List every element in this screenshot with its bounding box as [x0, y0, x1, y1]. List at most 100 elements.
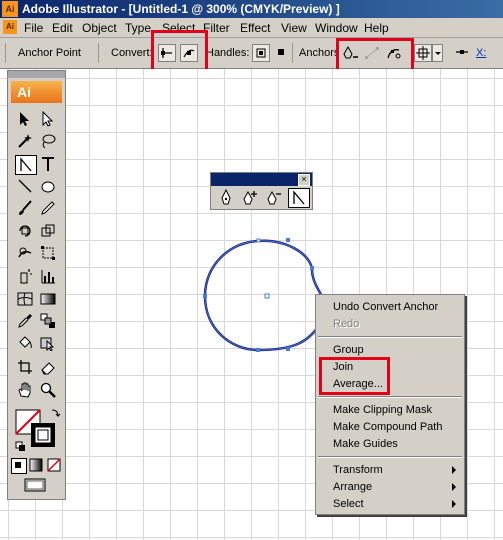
pen-tools-palette: ×	[210, 172, 313, 210]
gradient-mode-button[interactable]	[29, 458, 43, 472]
anchor-point[interactable]	[256, 348, 260, 352]
menu-item-make-compound-path[interactable]: Make Compound Path	[333, 421, 442, 433]
line-icon	[18, 179, 32, 193]
symbol-sprayer-tool[interactable]	[15, 267, 37, 287]
magic-wand-tool[interactable]	[15, 132, 37, 152]
default-colors-icon-back	[19, 445, 25, 451]
control-panel: Anchor Point Convert: Handles: Anchors X…	[0, 38, 503, 69]
panel-grip[interactable]	[8, 71, 65, 78]
convert-label: Convert:	[111, 47, 153, 59]
live-paint-bucket-tool[interactable]	[15, 334, 37, 354]
mesh-tool[interactable]	[15, 290, 37, 310]
zoom-tool[interactable]	[38, 381, 60, 401]
anchor-point[interactable]	[203, 294, 207, 298]
menu-type[interactable]: Type	[125, 21, 151, 35]
submenu-arrow-icon	[452, 483, 456, 491]
menu-effect[interactable]: Effect	[240, 21, 270, 35]
menu-item-transform[interactable]: Transform	[333, 464, 383, 476]
ellipse-icon	[41, 181, 55, 193]
pencil-tool[interactable]	[38, 199, 60, 219]
hide-handles-button[interactable]	[273, 44, 291, 62]
free-transform-tool[interactable]	[38, 244, 60, 264]
convert-anchor-tool-option[interactable]	[288, 188, 310, 208]
add-anchor-tool-option[interactable]	[239, 188, 261, 208]
menu-item-make-guides[interactable]: Make Guides	[333, 438, 398, 450]
blend-tool[interactable]	[38, 312, 60, 332]
menu-item-make-clipping-mask[interactable]: Make Clipping Mask	[333, 404, 432, 416]
center-point[interactable]	[264, 293, 270, 299]
x-coordinate-label[interactable]: X:	[476, 47, 486, 59]
align-dropdown-button[interactable]	[432, 44, 443, 62]
menu-item-arrange[interactable]: Arrange	[333, 481, 372, 493]
handles-icon	[256, 48, 266, 58]
menu-window[interactable]: Window	[315, 21, 358, 35]
none-mode-button[interactable]	[47, 458, 61, 472]
menu-object[interactable]: Object	[82, 21, 117, 35]
type-t-icon	[42, 157, 54, 171]
color-mode-button[interactable]	[11, 458, 27, 474]
menu-separator	[318, 456, 462, 458]
reference-point-icon	[456, 50, 468, 54]
selection-tool[interactable]	[15, 110, 37, 130]
anchor-point[interactable]	[286, 347, 290, 351]
palette-title-bar[interactable]	[211, 173, 312, 186]
menu-item-undo-convert-anchor[interactable]: Undo Convert Anchor	[333, 301, 438, 313]
anchors-label: Anchors	[299, 47, 340, 59]
pen-icon	[221, 189, 231, 205]
type-tool[interactable]	[38, 155, 60, 175]
magnifier-icon	[40, 382, 56, 398]
live-paint-selection-tool[interactable]	[38, 334, 60, 354]
lasso-icon	[42, 134, 56, 149]
free-transform-icon	[41, 246, 55, 260]
swap-colors-icon[interactable]	[51, 409, 61, 418]
show-handles-button[interactable]	[252, 44, 270, 62]
eraser-tool[interactable]	[38, 358, 60, 378]
reference-point-button[interactable]	[454, 44, 472, 62]
hand-tool[interactable]	[15, 381, 37, 401]
anchor-point[interactable]	[286, 238, 290, 242]
direct-selection-tool[interactable]	[38, 110, 60, 130]
document-icon[interactable]: Ai	[3, 20, 17, 34]
pen-tool-option[interactable]	[215, 188, 237, 208]
screen-mode-button[interactable]	[24, 478, 48, 493]
menu-bar: Ai File Edit Object Type Select Filter E…	[0, 18, 503, 38]
menu-view[interactable]: View	[281, 21, 307, 35]
menu-file[interactable]: File	[24, 21, 43, 35]
menu-help[interactable]: Help	[364, 21, 389, 35]
eraser-icon	[41, 362, 55, 375]
delete-anchor-tool-option[interactable]	[263, 188, 285, 208]
anchor-point[interactable]	[256, 238, 261, 243]
eyedropper-tool[interactable]	[15, 312, 37, 332]
magic-wand-icon	[18, 134, 32, 148]
menu-item-select[interactable]: Select	[333, 498, 364, 510]
gradient-tool[interactable]	[38, 290, 60, 310]
slice-tool[interactable]	[15, 358, 37, 378]
pen-tool[interactable]	[15, 155, 37, 175]
app-icon: Ai	[2, 1, 18, 17]
close-icon[interactable]: ×	[298, 174, 310, 186]
convert-anchor-icon	[20, 157, 32, 172]
symbol-sprayer-icon	[20, 269, 32, 284]
lasso-tool[interactable]	[38, 132, 60, 152]
menu-separator	[318, 336, 462, 338]
warp-tool[interactable]	[15, 244, 37, 264]
ellipse-tool[interactable]	[38, 177, 60, 197]
anchor-point[interactable]	[310, 266, 314, 270]
menu-item-group[interactable]: Group	[333, 344, 364, 356]
paintbrush-tool[interactable]	[15, 199, 37, 219]
column-graph-tool[interactable]	[38, 267, 60, 287]
menu-edit[interactable]: Edit	[52, 21, 73, 35]
line-tool[interactable]	[15, 177, 37, 197]
rotate-tool[interactable]	[15, 222, 37, 242]
hand-icon	[18, 382, 31, 398]
align-button[interactable]	[414, 44, 432, 62]
pen-plus-icon	[243, 190, 257, 205]
fill-stroke-swatches[interactable]	[10, 406, 66, 454]
context-label: Anchor Point	[18, 47, 81, 59]
mesh-icon	[17, 292, 33, 306]
chevron-down-icon	[435, 52, 441, 55]
handles-label: Handles:	[206, 47, 250, 59]
gradient-square-icon	[29, 458, 43, 472]
scale-tool[interactable]	[38, 222, 60, 242]
convert-anchor-icon	[293, 190, 305, 205]
